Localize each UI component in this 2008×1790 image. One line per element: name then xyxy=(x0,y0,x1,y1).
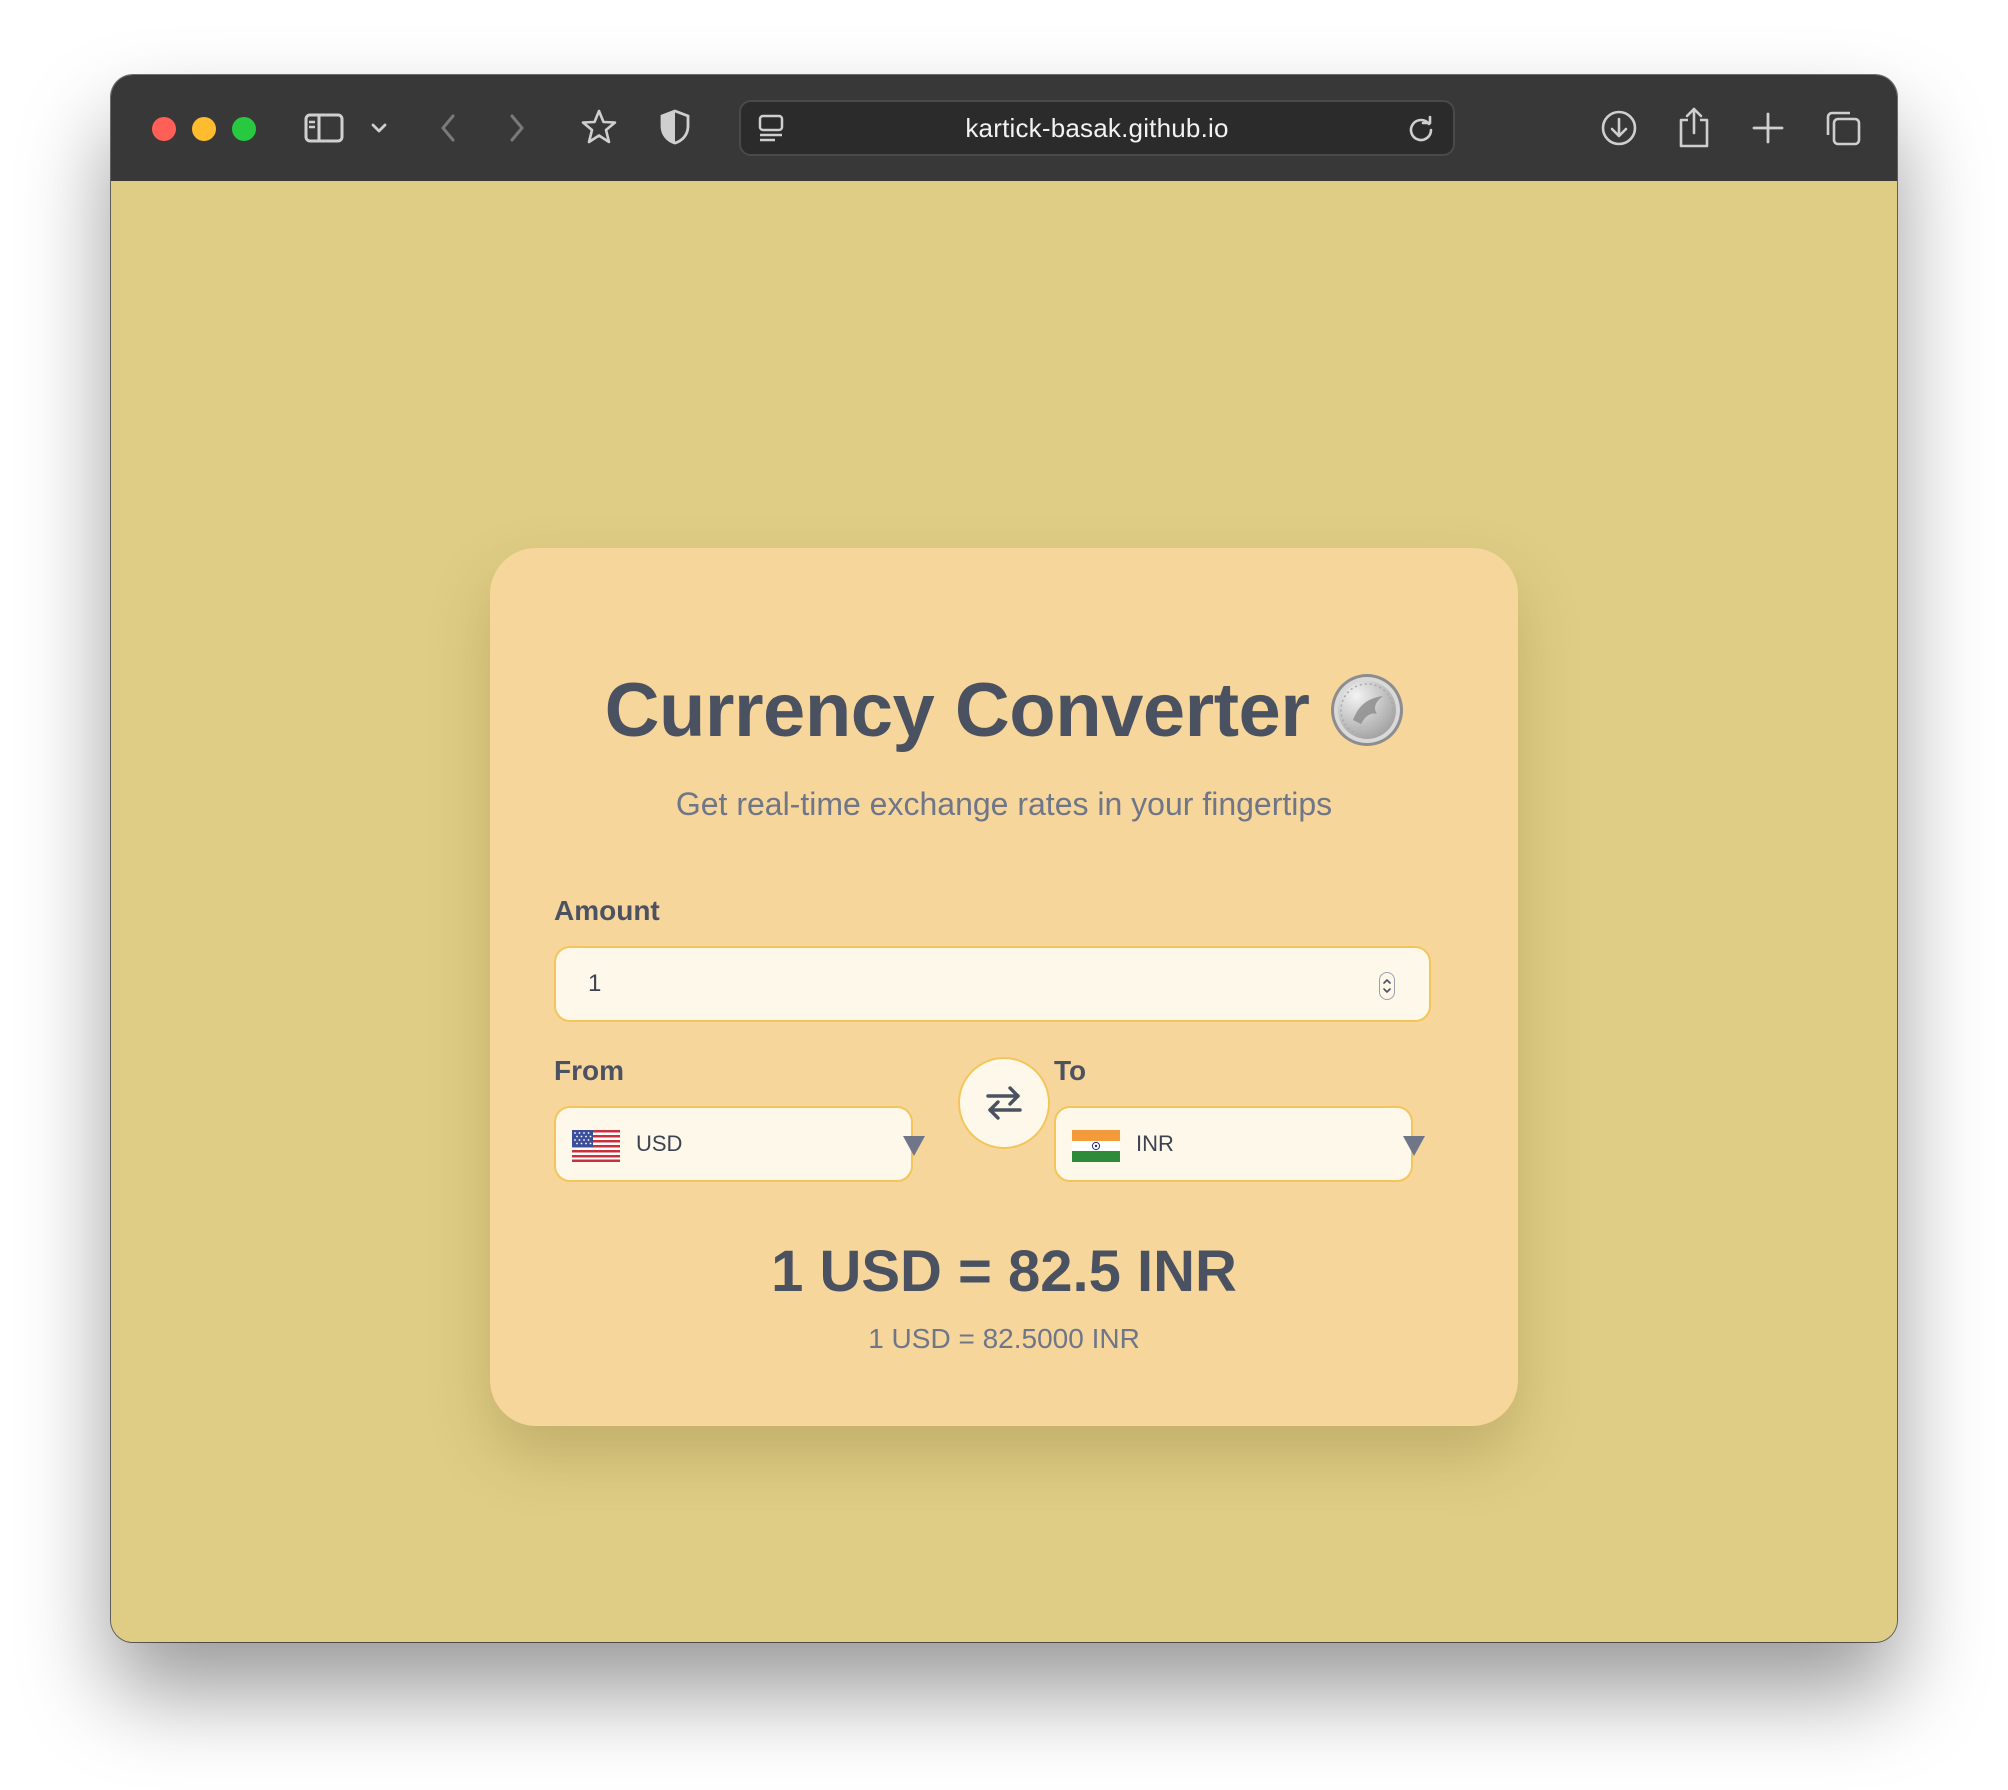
coin-icon xyxy=(1331,674,1404,746)
shield-icon[interactable] xyxy=(657,107,693,147)
browser-toolbar: kartick-basak.github.io xyxy=(111,75,1897,182)
from-currency-select[interactable]: USD xyxy=(554,1106,913,1182)
chevron-down-icon[interactable] xyxy=(367,115,391,141)
page-title: Currency Converter xyxy=(604,667,1310,753)
browser-window: kartick-basak.github.io Currency Convert… xyxy=(111,75,1897,1642)
to-currency-code[interactable]: INR xyxy=(1136,1108,1174,1180)
to-currency-select[interactable]: INR xyxy=(1054,1106,1413,1182)
url-text[interactable]: kartick-basak.github.io xyxy=(821,102,1373,154)
to-label: To xyxy=(1054,1055,1087,1086)
tab-overview-icon[interactable] xyxy=(1821,106,1865,150)
minimize-window-button[interactable] xyxy=(192,117,216,141)
swap-currencies-button[interactable] xyxy=(958,1057,1050,1149)
converter-card: Currency Converter Get real-time exchang… xyxy=(490,548,1518,1426)
conversion-result: 1 USD = 82.5 INR xyxy=(771,1239,1237,1304)
swap-arrows-icon xyxy=(986,1086,1022,1120)
from-label: From xyxy=(554,1055,624,1086)
amount-input[interactable]: 1 xyxy=(554,946,1431,1022)
from-dropdown-arrow-icon[interactable] xyxy=(903,1136,925,1156)
title-row: Currency Converter xyxy=(490,665,1518,755)
subtitle: Get real-time exchange rates in your fin… xyxy=(675,786,1333,822)
close-window-button[interactable] xyxy=(152,117,176,141)
reload-icon[interactable] xyxy=(1405,113,1437,145)
from-currency-code[interactable]: USD xyxy=(636,1108,682,1180)
to-dropdown-arrow-icon[interactable] xyxy=(1403,1136,1425,1156)
amount-stepper[interactable] xyxy=(1379,972,1395,1000)
share-icon[interactable] xyxy=(1674,103,1714,151)
address-bar[interactable]: kartick-basak.github.io xyxy=(739,100,1455,156)
forward-arrow-icon[interactable] xyxy=(502,109,532,147)
page-viewport: Currency Converter Get real-time exchang… xyxy=(111,181,1897,1642)
india-flag-icon xyxy=(1072,1130,1120,1162)
zoom-window-button[interactable] xyxy=(232,117,256,141)
amount-value[interactable]: 1 xyxy=(588,948,601,1020)
amount-label: Amount xyxy=(554,895,660,926)
sidebar-icon[interactable] xyxy=(303,107,345,149)
exchange-rate-detail: 1 USD = 82.5000 INR xyxy=(868,1323,1140,1354)
back-arrow-icon[interactable] xyxy=(433,109,463,147)
download-icon[interactable] xyxy=(1597,106,1641,150)
us-flag-icon xyxy=(572,1130,620,1162)
star-icon[interactable] xyxy=(579,107,619,147)
page-menu-icon[interactable] xyxy=(755,112,787,144)
new-tab-icon[interactable] xyxy=(1748,108,1788,148)
